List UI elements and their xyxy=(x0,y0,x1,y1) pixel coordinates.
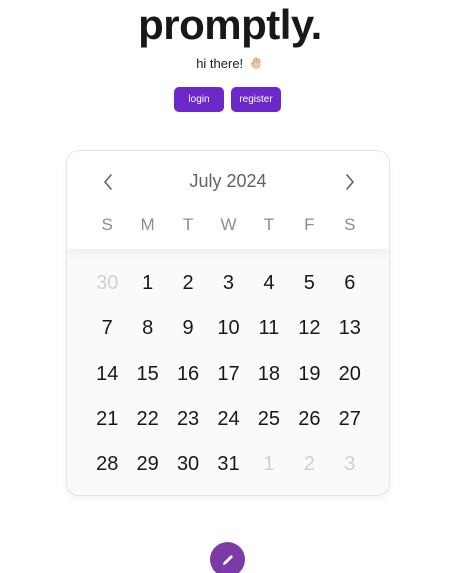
calendar-day[interactable]: 27 xyxy=(330,404,370,449)
weekday-label: M xyxy=(140,215,155,234)
app-logo: promptly. xyxy=(138,1,322,48)
chevron-right-icon xyxy=(346,174,354,190)
calendar-day[interactable]: 17 xyxy=(208,359,248,404)
greeting-text: hi there! xyxy=(196,56,244,71)
calendar-day[interactable]: 26 xyxy=(289,404,329,449)
calendar-day[interactable]: 7 xyxy=(87,313,127,358)
calendar-day[interactable]: 22 xyxy=(127,404,167,449)
calendar-day[interactable]: 15 xyxy=(127,359,167,404)
weekday-label: F xyxy=(304,215,315,234)
weekday-row: S M T W T F S xyxy=(87,215,370,235)
calendar-day[interactable]: 23 xyxy=(168,404,208,449)
auth-buttons: login register xyxy=(174,87,281,112)
calendar-day-outside-month[interactable]: 30 xyxy=(87,268,127,313)
calendar-day[interactable]: 5 xyxy=(289,268,329,313)
weekday-label: T xyxy=(263,215,275,234)
weekday-label: S xyxy=(101,215,113,234)
calendar-day[interactable]: 31 xyxy=(208,449,248,494)
calendar-day[interactable]: 30 xyxy=(168,449,208,494)
greeting: hi there! xyxy=(0,56,460,71)
calendar-header: July 2024 S M T W T F S xyxy=(67,151,389,249)
login-button[interactable]: login xyxy=(174,87,224,112)
calendar-day[interactable]: 1 xyxy=(127,268,167,313)
calendar-day[interactable]: 24 xyxy=(208,404,248,449)
calendar-day[interactable]: 4 xyxy=(249,268,289,313)
calendar-day-outside-month[interactable]: 2 xyxy=(289,449,329,494)
calendar-day[interactable]: 28 xyxy=(87,449,127,494)
calendar-day[interactable]: 12 xyxy=(289,313,329,358)
weekday-label: T xyxy=(182,215,194,234)
calendar-day[interactable]: 3 xyxy=(208,268,248,313)
weekday-label: W xyxy=(220,215,237,234)
calendar-day[interactable]: 11 xyxy=(249,313,289,358)
calendar-day[interactable]: 19 xyxy=(289,359,329,404)
calendar-day[interactable]: 16 xyxy=(168,359,208,404)
calendar-day-outside-month[interactable]: 1 xyxy=(249,449,289,494)
calendar: July 2024 S M T W T F S 30 1 2 3 4 5 6 7 8 9 10 11 1… xyxy=(66,150,390,496)
calendar-day[interactable]: 8 xyxy=(127,313,167,358)
calendar-day[interactable]: 20 xyxy=(330,359,370,404)
page: promptly. hi there! login register July … xyxy=(0,0,460,573)
calendar-day[interactable]: 25 xyxy=(249,404,289,449)
calendar-day[interactable]: 2 xyxy=(168,268,208,313)
pencil-icon xyxy=(222,554,233,565)
calendar-day[interactable]: 18 xyxy=(249,359,289,404)
register-button[interactable]: register xyxy=(231,87,281,112)
calendar-day[interactable]: 14 xyxy=(87,359,127,404)
day-grid: 30 1 2 3 4 5 6 7 8 9 10 11 12 13 14 15 16 17 18 19 20 21 22 23 2… xyxy=(87,268,370,494)
next-month-button[interactable] xyxy=(339,171,361,193)
calendar-day-outside-month[interactable]: 3 xyxy=(330,449,370,494)
weekday-label: S xyxy=(344,215,356,234)
calendar-day[interactable]: 9 xyxy=(168,313,208,358)
calendar-day[interactable]: 21 xyxy=(87,404,127,449)
calendar-day[interactable]: 10 xyxy=(208,313,248,358)
calendar-day[interactable]: 6 xyxy=(330,268,370,313)
waving-hand-icon xyxy=(250,57,261,69)
calendar-day[interactable]: 29 xyxy=(127,449,167,494)
edit-button[interactable] xyxy=(210,542,245,573)
calendar-day[interactable]: 13 xyxy=(330,313,370,358)
